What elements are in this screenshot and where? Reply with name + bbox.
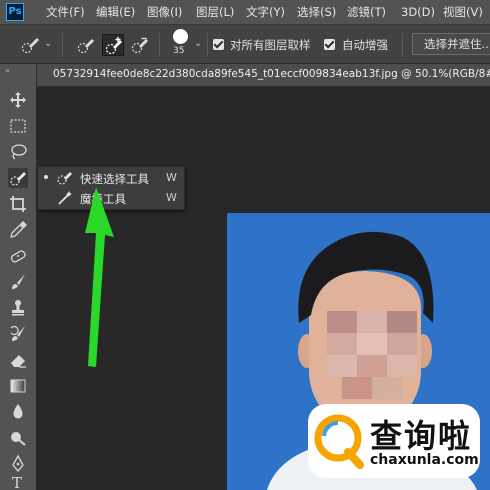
rectangular-marquee-tool[interactable] [8, 116, 28, 136]
separator [159, 33, 160, 57]
options-bar: ⌄ 35 ⌄ 对所有图层取样 自动增强 选择并遮住... [0, 25, 490, 64]
crop-icon [10, 196, 26, 212]
magnifier-logo-icon [314, 414, 364, 469]
annotation-arrow [85, 187, 114, 367]
water-drop-icon [13, 404, 23, 419]
sample-all-layers-checkbox[interactable] [213, 39, 224, 50]
type-icon: T [12, 474, 23, 490]
pen-icon [12, 454, 24, 473]
watermark-domain: chaxunla.com [370, 452, 479, 468]
clone-stamp-tool[interactable] [8, 298, 28, 318]
document-tab-title: 05732914fee0de8c22d380cda89fe545_t01eccf… [53, 68, 490, 80]
brush-icon [12, 274, 25, 289]
separator [62, 33, 63, 57]
pen-tool[interactable] [8, 454, 28, 474]
menu-3d[interactable]: 3D(D) [401, 0, 435, 24]
menu-view[interactable]: 视图(V) [443, 0, 483, 24]
select-and-mask-button[interactable]: 选择并遮住... [412, 33, 490, 55]
dodge-tool[interactable] [8, 428, 28, 448]
gradient-icon [10, 379, 26, 393]
collapse-toolbar-icon[interactable]: » [5, 66, 10, 75]
document-tab[interactable]: 05732914fee0de8c22d380cda89fe545_t01eccf… [37, 64, 490, 87]
menu-filter[interactable]: 滤镜(T) [347, 0, 386, 24]
menu-image[interactable]: 图像(I) [147, 0, 182, 24]
blur-tool[interactable] [8, 402, 28, 422]
watermark-title: 查询啦 [370, 417, 473, 455]
eraser-icon [11, 355, 26, 368]
quick-selection-icon [10, 172, 26, 186]
move-tool[interactable] [8, 90, 28, 110]
chevron-down-icon[interactable]: ⌄ [194, 38, 202, 49]
brush-size-value: 35 [173, 46, 185, 56]
sample-all-layers-label: 对所有图层取样 [230, 38, 311, 52]
quick-selection-icon [21, 38, 39, 54]
separator [402, 33, 403, 57]
eyedropper-tool[interactable] [8, 220, 28, 240]
brush-picker[interactable]: 35 [170, 29, 192, 59]
quick-selection-icon [57, 172, 72, 185]
tool-preset-picker[interactable] [20, 35, 42, 55]
lasso-icon [11, 144, 27, 160]
active-bullet-icon [44, 175, 48, 179]
brush-tip-icon [173, 29, 188, 44]
separator [207, 33, 208, 57]
flyout-item-shortcut: W [166, 171, 177, 184]
move-icon [10, 92, 26, 108]
stamp-icon [12, 300, 24, 316]
menu-type[interactable]: 文字(Y) [246, 0, 285, 24]
brush-tool[interactable] [8, 272, 28, 292]
lasso-tool[interactable] [8, 142, 28, 162]
new-selection-button[interactable] [75, 34, 97, 56]
type-tool[interactable]: T [8, 474, 28, 490]
flyout-item-shortcut: W [166, 191, 177, 204]
spot-healing-tool[interactable] [8, 246, 28, 266]
eraser-tool[interactable] [8, 350, 28, 370]
gradient-tool[interactable] [8, 376, 28, 396]
dodge-icon [11, 432, 26, 446]
history-brush-icon [10, 325, 25, 341]
menu-layer[interactable]: 图层(L) [196, 0, 234, 24]
menu-bar: Ps 文件(F) 编辑(E) 图像(I) 图层(L) 文字(Y) 选择(S) 滤… [0, 0, 490, 25]
tools-panel: » T [0, 64, 37, 490]
menu-select[interactable]: 选择(S) [297, 0, 336, 24]
menu-edit[interactable]: 编辑(E) [96, 0, 135, 24]
quick-selection-icon [77, 39, 94, 54]
healing-brush-icon [10, 250, 26, 263]
add-selection-icon [105, 37, 122, 55]
quick-selection-tool[interactable] [8, 168, 28, 188]
auto-enhance-label: 自动增强 [342, 38, 388, 52]
subtract-from-selection-button[interactable] [129, 34, 151, 56]
subtract-selection-icon [131, 37, 148, 54]
marquee-icon [10, 119, 26, 133]
history-brush-tool[interactable] [8, 324, 28, 344]
eyedropper-icon [10, 221, 27, 238]
add-to-selection-button[interactable] [102, 34, 124, 56]
crop-tool[interactable] [8, 194, 28, 214]
menu-file[interactable]: 文件(F) [46, 0, 85, 24]
photoshop-logo: Ps [6, 3, 24, 21]
chevron-down-icon[interactable]: ⌄ [44, 38, 52, 49]
auto-enhance-checkbox[interactable] [324, 39, 335, 50]
